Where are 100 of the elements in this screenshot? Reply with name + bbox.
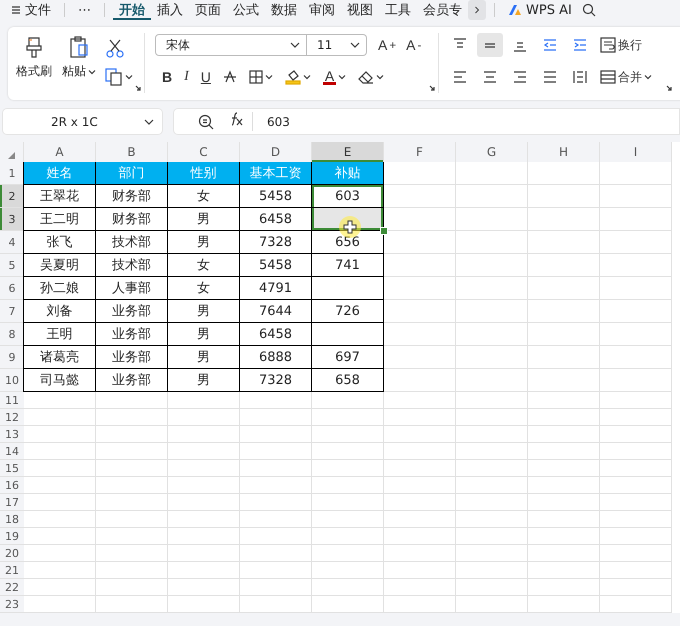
empty-cell[interactable]	[528, 460, 600, 477]
empty-cell[interactable]	[456, 562, 528, 579]
empty-cell[interactable]	[528, 579, 600, 596]
more-button[interactable]: ⋯	[73, 0, 96, 20]
empty-cell[interactable]	[312, 460, 384, 477]
scroll-tabs-button[interactable]	[468, 0, 486, 20]
row-header[interactable]: 8	[0, 323, 24, 346]
table-cell[interactable]: 诸葛亮	[23, 346, 96, 369]
empty-cell[interactable]	[528, 346, 600, 369]
table-cell[interactable]: 7328	[240, 231, 312, 254]
empty-cell[interactable]	[600, 392, 672, 409]
empty-cell[interactable]	[456, 323, 528, 346]
row-header[interactable]: 19	[0, 528, 24, 545]
empty-cell[interactable]	[384, 596, 456, 613]
table-cell[interactable]: 男	[168, 323, 240, 346]
empty-cell[interactable]	[528, 494, 600, 511]
empty-cell[interactable]	[600, 185, 672, 208]
empty-cell[interactable]	[168, 460, 240, 477]
empty-cell[interactable]	[528, 477, 600, 494]
empty-cell[interactable]	[528, 162, 600, 185]
table-cell[interactable]: 业务部	[96, 369, 168, 392]
merge-button[interactable]: 合并	[597, 65, 655, 89]
empty-cell[interactable]	[240, 545, 312, 562]
font-size-dropdown[interactable]: 11	[307, 34, 367, 56]
empty-cell[interactable]	[96, 511, 168, 528]
empty-cell[interactable]	[456, 231, 528, 254]
align-middle-button[interactable]	[477, 33, 503, 57]
table-cell[interactable]: 女	[168, 277, 240, 300]
empty-cell[interactable]	[240, 511, 312, 528]
empty-cell[interactable]	[600, 300, 672, 323]
empty-cell[interactable]	[312, 528, 384, 545]
empty-cell[interactable]	[96, 460, 168, 477]
table-cell[interactable]: 7328	[240, 369, 312, 392]
empty-cell[interactable]	[312, 494, 384, 511]
row-header[interactable]: 18	[0, 511, 24, 528]
empty-cell[interactable]	[240, 477, 312, 494]
empty-cell[interactable]	[240, 426, 312, 443]
row-header[interactable]: 10	[0, 369, 24, 392]
empty-cell[interactable]	[456, 162, 528, 185]
row-header[interactable]: 4	[0, 231, 24, 254]
empty-cell[interactable]	[600, 208, 672, 231]
table-cell[interactable]: 技术部	[96, 254, 168, 277]
column-header[interactable]: A	[24, 142, 96, 162]
column-header[interactable]: G	[456, 142, 528, 162]
font-color-button[interactable]: A	[320, 65, 350, 89]
empty-cell[interactable]	[96, 443, 168, 460]
column-header[interactable]: H	[528, 142, 600, 162]
table-cell[interactable]: 财务部	[96, 185, 168, 208]
row-header[interactable]: 12	[0, 409, 24, 426]
empty-cell[interactable]	[312, 511, 384, 528]
ribbon-tab[interactable]: 页面	[189, 0, 227, 20]
table-cell[interactable]: 男	[168, 346, 240, 369]
table-cell[interactable]: 男	[168, 369, 240, 392]
empty-cell[interactable]	[312, 562, 384, 579]
empty-cell[interactable]	[456, 409, 528, 426]
table-cell[interactable]	[312, 323, 384, 346]
zoom-out-icon[interactable]	[198, 114, 214, 130]
empty-cell[interactable]	[600, 562, 672, 579]
empty-cell[interactable]	[168, 579, 240, 596]
empty-cell[interactable]	[96, 579, 168, 596]
table-cell[interactable]: 人事部	[96, 277, 168, 300]
name-box[interactable]: 2R x 1C	[2, 108, 163, 135]
column-header[interactable]: B	[96, 142, 168, 162]
row-header[interactable]: 5	[0, 254, 24, 277]
empty-cell[interactable]	[384, 392, 456, 409]
table-cell[interactable]: 女	[168, 185, 240, 208]
empty-cell[interactable]	[240, 596, 312, 613]
ribbon-tab[interactable]: 数据	[265, 0, 303, 20]
column-header[interactable]: D	[240, 142, 312, 162]
table-cell[interactable]: 刘备	[23, 300, 96, 323]
empty-cell[interactable]	[384, 443, 456, 460]
empty-cell[interactable]	[384, 426, 456, 443]
empty-cell[interactable]	[600, 323, 672, 346]
empty-cell[interactable]	[600, 443, 672, 460]
empty-cell[interactable]	[384, 477, 456, 494]
empty-cell[interactable]	[456, 277, 528, 300]
empty-cell[interactable]	[312, 477, 384, 494]
table-cell[interactable]	[312, 208, 384, 231]
ribbon-tab[interactable]: 会员专	[417, 0, 468, 20]
formula-input[interactable]: 603	[267, 114, 290, 128]
column-header[interactable]: I	[600, 142, 672, 162]
row-header[interactable]: 20	[0, 545, 24, 562]
row-header[interactable]: 13	[0, 426, 24, 443]
table-cell[interactable]: 财务部	[96, 208, 168, 231]
empty-cell[interactable]	[240, 494, 312, 511]
empty-cell[interactable]	[456, 254, 528, 277]
empty-cell[interactable]	[528, 528, 600, 545]
empty-cell[interactable]	[600, 277, 672, 300]
empty-cell[interactable]	[600, 409, 672, 426]
empty-cell[interactable]	[456, 185, 528, 208]
row-header[interactable]: 9	[0, 346, 24, 369]
underline-button[interactable]: U	[198, 65, 214, 89]
empty-cell[interactable]	[456, 392, 528, 409]
empty-cell[interactable]	[528, 277, 600, 300]
empty-cell[interactable]	[168, 545, 240, 562]
empty-cell[interactable]	[168, 392, 240, 409]
empty-cell[interactable]	[312, 443, 384, 460]
table-cell[interactable]: 658	[312, 369, 384, 392]
empty-cell[interactable]	[600, 369, 672, 392]
empty-cell[interactable]	[96, 392, 168, 409]
